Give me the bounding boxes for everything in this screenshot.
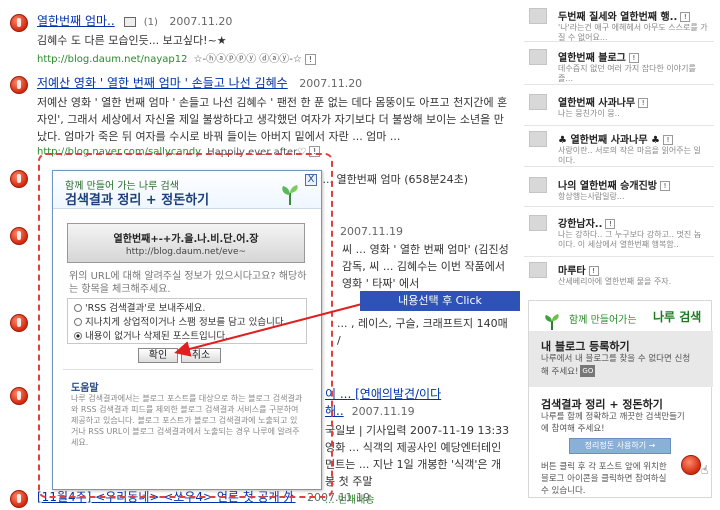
cleanup-desc: 나루를 함께 정확하고 깨끗한 검색만들기에 참여해 주세요! (541, 412, 685, 434)
dialog-title: 검색결과 정리 + 정돈하기 (65, 193, 210, 208)
related-blog-desc: 항상행는사람일랑... (558, 192, 625, 201)
promo-brand: 나루 검색 (653, 310, 702, 324)
result-desc: 김혜수 도 다른 모습인듯... 보고싶다!~★ (37, 34, 227, 47)
option-label: 지나치게 상업적이거나 스팸 정보를 담고 있습니다. (85, 317, 287, 328)
option-group: 'RSS 검색결과'로 보내주세요. 지나치게 상업적이거나 스팸 정보를 담고… (67, 298, 307, 344)
blog-icon[interactable] (681, 455, 701, 475)
cleanup-title: 검색결과 정리 + 정돈하기 (541, 398, 663, 411)
result-title-link[interactable]: 저예산 영화 ' 열한 번째 엄마 ' 손들고 나선 김혜수 (37, 76, 288, 90)
result-date: 2007.11.19 (340, 225, 403, 238)
option-deleted[interactable]: 내용이 없거나 삭제된 포스트입니다. (74, 330, 306, 344)
blog-icon[interactable] (10, 227, 28, 245)
result-item: 열한번째 엄마.. (1) 2007.11.20 김혜수 도 다른 모습인듯..… (10, 12, 510, 65)
report-icon[interactable]: ! (588, 266, 599, 276)
help-title: 도움말 (71, 383, 99, 394)
tree-logo-icon (545, 314, 559, 330)
radio-icon[interactable] (74, 318, 82, 326)
related-blog-item[interactable]: 열한번째 블로그! 데수즘지 없던 여러 가지 잡다한 이야기를 즐... (524, 45, 714, 85)
register-blog-desc: 나루에서 내 블로그를 찾을 수 없다면 신청해 주세요! (541, 354, 691, 377)
divider (63, 369, 313, 370)
result-title-link[interactable]: 열한번째 엄마.. (37, 14, 115, 28)
register-blog-section: 내 블로그 등록하기 나루에서 내 블로그를 찾을 수 없다면 신청해 주세요!… (529, 331, 713, 387)
cleanup-dialog: 함께 만들어 가는 나루 검색 검색결과 정리 + 정돈하기 X 열한번째+-+… (52, 170, 322, 490)
related-blog-title[interactable]: 열한번째 사과나무 (558, 98, 635, 109)
related-blog-title[interactable]: 나의 열한번째 승개진방 (558, 181, 657, 192)
radio-icon[interactable] (74, 304, 82, 312)
result-date: 2007.11.20 (169, 15, 233, 28)
result-desc: 저예산 영화 ' 열한 번째 엄마 ' 손들고 나선 김혜수 ' 팬전 한 푼 … (37, 96, 508, 143)
related-blog-title[interactable]: 강한남자.. (558, 219, 602, 230)
avatar (529, 49, 547, 65)
related-blog-item[interactable]: 두번째 질세와 열한번째 행..! '나'라는건 애구 에헤헤서 아무도 스스로… (524, 4, 714, 42)
avatar (529, 177, 547, 193)
related-blog-item[interactable]: 열한번째 사과나무! 나는 뭉친가이 뭉.. (524, 90, 714, 126)
related-blog-title[interactable]: ♣ 열한번째 사과나무 ♣ (558, 135, 660, 146)
dialog-header: 함께 만들어 가는 나루 검색 검색결과 정리 + 정돈하기 X (53, 171, 321, 209)
option-spam[interactable]: 지나치게 상업적이거나 스팸 정보를 담고 있습니다. (74, 316, 306, 330)
related-blog-desc: 사랑이란.. 서로의 작은 마음을 읽어주는 일이다. (558, 146, 701, 165)
blog-icon[interactable] (10, 490, 28, 508)
related-blog-desc: 나는 뭉친가이 뭉.. (558, 109, 620, 118)
result-date: 2007.11.19 (351, 405, 415, 418)
result-item: 저예산 영화 ' 열한 번째 엄마 ' 손들고 나선 김혜수 2007.11.2… (10, 74, 510, 158)
use-cleanup-button[interactable]: 정리정돈 사용하기 → (569, 438, 671, 454)
dialog-question: 위의 URL에 대해 알려주실 정보가 있으시다고요? 해당하는 항목을 체크해… (69, 271, 307, 295)
promo-subtitle: 함께 만들어가는 (569, 315, 637, 326)
blog-icon[interactable] (10, 387, 28, 405)
cancel-button[interactable]: 취소 (181, 348, 221, 363)
option-label: 'RSS 검색결과'로 보내주세요. (85, 303, 206, 314)
report-icon[interactable]: ! (628, 53, 639, 63)
cleanup-instructions: 버튼 클릭 후 각 포스트 앞에 위치한 블로그 아이콘을 클릭하면 참여하실 … (541, 462, 667, 496)
blog-icon[interactable] (10, 314, 28, 332)
related-blog-desc: 산세베리아에 열한번째 물을 주자. (558, 277, 672, 286)
report-icon[interactable]: ! (680, 12, 691, 22)
result-blog-name: ☆-ⓗⓐⓟⓟⓨ ⓓⓐⓨ-☆ (193, 54, 302, 65)
target-blog-name: 열한번째+-+가.을.나.비.단.어.장 (113, 234, 259, 245)
close-icon[interactable]: X (305, 174, 317, 186)
report-icon[interactable]: ! (659, 181, 670, 191)
target-url-box: 열한번째+-+가.을.나.비.단.어.장 http://blog.daum.ne… (67, 223, 305, 263)
option-label: 내용이 없거나 삭제된 포스트입니다. (85, 331, 229, 342)
report-icon[interactable]: ! (662, 135, 673, 145)
go-button[interactable]: GO (580, 365, 596, 377)
related-blog-desc: '나'라는건 애구 에헤헤서 아무도 스스로를 가질 수 없어요... (558, 23, 708, 42)
related-blog-title[interactable]: 열한번째 블로그 (558, 53, 626, 64)
report-icon[interactable]: ! (638, 98, 649, 108)
register-blog-title: 내 블로그 등록하기 (541, 340, 630, 353)
tree-logo-icon (282, 185, 298, 205)
related-blog-item[interactable]: ♣ 열한번째 사과나무 ♣! 사랑이란.. 서로의 작은 마음을 읽어주는 일이… (524, 127, 714, 167)
report-icon[interactable]: ! (304, 53, 316, 65)
avatar (529, 94, 547, 110)
related-blog-title[interactable]: 두번째 질세와 열한번째 행.. (558, 12, 677, 23)
radio-selected-icon[interactable] (74, 332, 82, 340)
report-icon[interactable]: ! (605, 219, 616, 229)
result-url[interactable]: http://blog.daum.net/nayap12 (37, 54, 188, 65)
instruction-callout: 내용선택 후 Click (360, 291, 520, 311)
help-body: 나루 검색결과에서는 블로그 포스트를 대상으로 하는 블로그 검색결과와 RS… (71, 394, 303, 447)
promo-header: 함께 만들어가는 나루 검색 (529, 301, 713, 333)
naru-promo-box: 함께 만들어가는 나루 검색 내 블로그 등록하기 나루에서 내 블로그를 찾을… (528, 300, 713, 498)
related-blog-desc: 나는 강하다.. 그 누구보다 강하고.. 멋진 놈이다. 이 세상에서 열한번… (558, 230, 702, 249)
blog-icon[interactable] (10, 14, 28, 32)
related-blog-item[interactable]: 강한남자..! 나는 강하다.. 그 누구보다 강하고.. 멋진 놈이다. 이 … (524, 211, 714, 257)
result-count: (1) (143, 17, 158, 28)
avatar (529, 131, 547, 147)
related-blog-desc: 데수즘지 없던 여러 가지 잡다한 이야기를 즐... (558, 64, 696, 83)
related-blog-title[interactable]: 마루타 (558, 266, 586, 277)
avatar (529, 215, 547, 231)
avatar (529, 8, 547, 24)
confirm-button[interactable]: 확인 (138, 348, 178, 363)
related-blog-item[interactable]: 나의 열한번째 승개진방! 항상행는사람일랑... (524, 173, 714, 207)
result-date: 2007.11.20 (299, 77, 363, 90)
hand-cursor-icon: ☝ (701, 463, 709, 477)
related-blog-item[interactable]: 마루타! 산세베리아에 열한번째 물을 주자. (524, 258, 714, 292)
blog-icon[interactable] (10, 170, 28, 188)
image-icon (124, 17, 137, 27)
target-url: http://blog.daum.net/eve~ (125, 247, 247, 257)
blog-icon[interactable] (10, 76, 28, 94)
option-rss[interactable]: 'RSS 검색결과'로 보내주세요. (74, 302, 306, 316)
avatar (529, 262, 547, 278)
